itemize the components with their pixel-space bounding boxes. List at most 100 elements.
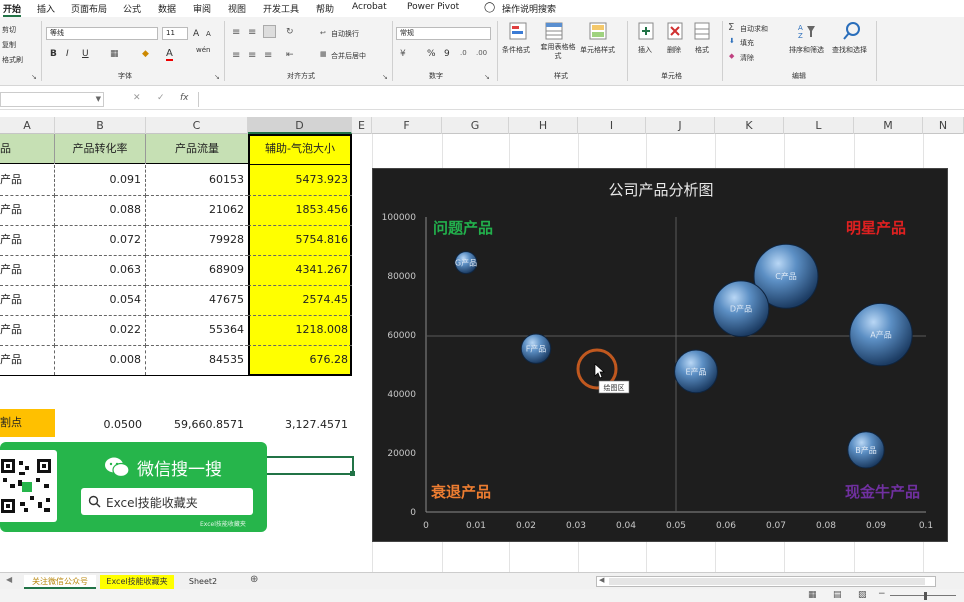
row-traffic[interactable]: 84535 <box>146 345 248 375</box>
decrease-decimal-icon[interactable]: .00 <box>476 49 487 57</box>
zoom-slider[interactable] <box>890 595 956 596</box>
format-table-button[interactable]: 套用表格格式 <box>540 43 576 61</box>
wrap-text-button[interactable]: 自动换行 <box>331 29 359 39</box>
row-traffic[interactable]: 47675 <box>146 285 248 316</box>
fill-color-icon[interactable]: ◆ <box>142 49 149 59</box>
row-bubble[interactable]: 5473.923 <box>248 165 352 196</box>
scrollbar-thumb[interactable] <box>609 578 925 585</box>
orientation-icon[interactable]: ↻ <box>286 27 294 37</box>
row-product[interactable]: 产品 <box>0 285 55 316</box>
align-right-icon[interactable]: ≡ <box>264 50 272 61</box>
cancel-icon[interactable]: ✕ <box>133 93 141 103</box>
column-header-a[interactable]: A <box>0 117 55 134</box>
normal-view-icon[interactable]: ▦ <box>808 590 817 600</box>
copy-button[interactable]: 复制 <box>2 40 16 50</box>
name-box[interactable]: ▼ <box>0 92 104 107</box>
zoom-out-icon[interactable]: − <box>878 589 886 599</box>
tab-insert[interactable]: 插入 <box>37 2 55 15</box>
bold-button[interactable]: B <box>50 49 57 59</box>
align-middle-icon[interactable]: ≡ <box>248 27 256 38</box>
tell-me-search[interactable]: 操作说明搜索 <box>502 2 556 15</box>
fill-handle[interactable] <box>350 471 355 476</box>
row-traffic[interactable]: 55364 <box>146 315 248 346</box>
scroll-left-icon[interactable]: ◀ <box>6 575 12 584</box>
row-traffic[interactable]: 21062 <box>146 195 248 226</box>
sheet-tab-3[interactable]: Sheet2 <box>180 575 226 589</box>
column-header-l[interactable]: L <box>784 117 854 134</box>
horizontal-scrollbar[interactable]: ◀ <box>596 576 936 587</box>
zoom-slider-thumb[interactable] <box>924 592 927 600</box>
tab-view[interactable]: 视图 <box>228 2 246 15</box>
align-left-icon[interactable]: ≡ <box>232 50 240 61</box>
row-product[interactable]: 产品 <box>0 315 55 346</box>
align-bottom-icon[interactable] <box>263 25 276 38</box>
phonetic-button[interactable]: wén <box>196 46 210 54</box>
row-bubble[interactable]: 4341.267 <box>248 255 352 286</box>
row-rate[interactable]: 0.072 <box>55 225 146 256</box>
split-traffic[interactable]: 59,660.8571 <box>146 410 248 440</box>
split-bubble[interactable]: 3,127.4571 <box>248 410 352 440</box>
tab-power-pivot[interactable]: Power Pivot <box>407 2 459 12</box>
page-layout-icon[interactable]: ▤ <box>833 590 842 600</box>
row-bubble[interactable]: 2574.45 <box>248 285 352 316</box>
row-rate[interactable]: 0.008 <box>55 345 146 375</box>
indent-icon[interactable]: ⇤ <box>286 50 294 60</box>
merge-icon[interactable]: ▦ <box>320 50 327 58</box>
delete-cells-button[interactable]: 删除 <box>667 45 681 55</box>
tab-acrobat[interactable]: Acrobat <box>352 2 387 12</box>
format-cells-button[interactable]: 格式 <box>695 45 709 55</box>
column-header-n[interactable]: N <box>923 117 964 134</box>
increase-decimal-icon[interactable]: .0 <box>460 49 467 57</box>
row-traffic[interactable]: 60153 <box>146 165 248 196</box>
row-bubble[interactable]: 676.28 <box>248 345 352 375</box>
column-header-b[interactable]: B <box>55 117 146 134</box>
row-rate[interactable]: 0.063 <box>55 255 146 286</box>
column-header-c[interactable]: C <box>146 117 248 134</box>
fx-button[interactable]: fx <box>180 93 189 103</box>
row-traffic[interactable]: 79928 <box>146 225 248 256</box>
row-product[interactable]: 产品 <box>0 165 55 196</box>
wechat-banner[interactable]: 微信搜一搜 Excel技能收藏夹 Excel技能收藏夹 <box>0 442 267 532</box>
add-sheet-icon[interactable]: ⊕ <box>250 574 258 585</box>
scroll-left-arrow-icon[interactable]: ◀ <box>599 576 604 584</box>
align-top-icon[interactable]: ≡ <box>232 27 240 38</box>
font-launcher-icon[interactable]: ↘ <box>214 73 220 81</box>
border-icon[interactable]: ▦ <box>110 49 119 59</box>
row-product[interactable]: 产品 <box>0 255 55 286</box>
row-rate[interactable]: 0.054 <box>55 285 146 316</box>
cell-styles-button[interactable]: 单元格样式 <box>580 45 615 55</box>
tab-review[interactable]: 审阅 <box>193 2 211 15</box>
column-header-h[interactable]: H <box>509 117 578 134</box>
currency-icon[interactable]: ¥ <box>400 49 406 59</box>
row-product[interactable]: 产品 <box>0 345 55 375</box>
align-center-icon[interactable]: ≡ <box>248 50 256 61</box>
row-bubble[interactable]: 1218.008 <box>248 315 352 346</box>
row-bubble[interactable]: 5754.816 <box>248 225 352 256</box>
italic-button[interactable]: I <box>66 49 69 59</box>
tab-formulas[interactable]: 公式 <box>123 2 141 15</box>
grow-font-button[interactable]: A <box>193 29 199 39</box>
row-traffic[interactable]: 68909 <box>146 255 248 286</box>
row-product[interactable]: 产品 <box>0 225 55 256</box>
check-icon[interactable]: ✓ <box>157 93 165 103</box>
number-launcher-icon[interactable]: ↘ <box>484 73 490 81</box>
column-header-d[interactable]: D <box>248 117 352 134</box>
split-label[interactable]: 割点 <box>0 408 55 438</box>
worksheet-grid[interactable]: 品 产品转化率 产品流量 辅助-气泡大小 产品 0.091 60153 5473… <box>0 134 964 572</box>
row-product[interactable]: 产品 <box>0 195 55 226</box>
clear-button[interactable]: 清除 <box>740 53 754 63</box>
formula-input[interactable] <box>198 92 964 107</box>
font-name-combo[interactable]: 等线 <box>46 27 158 40</box>
column-header-k[interactable]: K <box>715 117 784 134</box>
row-rate[interactable]: 0.091 <box>55 165 146 196</box>
insert-cells-button[interactable]: 插入 <box>638 45 652 55</box>
cut-button[interactable]: 剪切 <box>2 25 16 35</box>
find-select-button[interactable]: 查找和选择 <box>832 45 867 55</box>
chevron-down-icon[interactable]: ▼ <box>96 95 101 103</box>
split-rate[interactable]: 0.0500 <box>55 410 146 440</box>
shrink-font-button[interactable]: A <box>206 30 211 38</box>
page-break-icon[interactable]: ▧ <box>858 590 867 600</box>
font-color-button[interactable]: A <box>166 48 173 61</box>
font-size-combo[interactable]: 11 <box>162 27 188 40</box>
sort-filter-button[interactable]: 排序和筛选 <box>789 45 824 55</box>
